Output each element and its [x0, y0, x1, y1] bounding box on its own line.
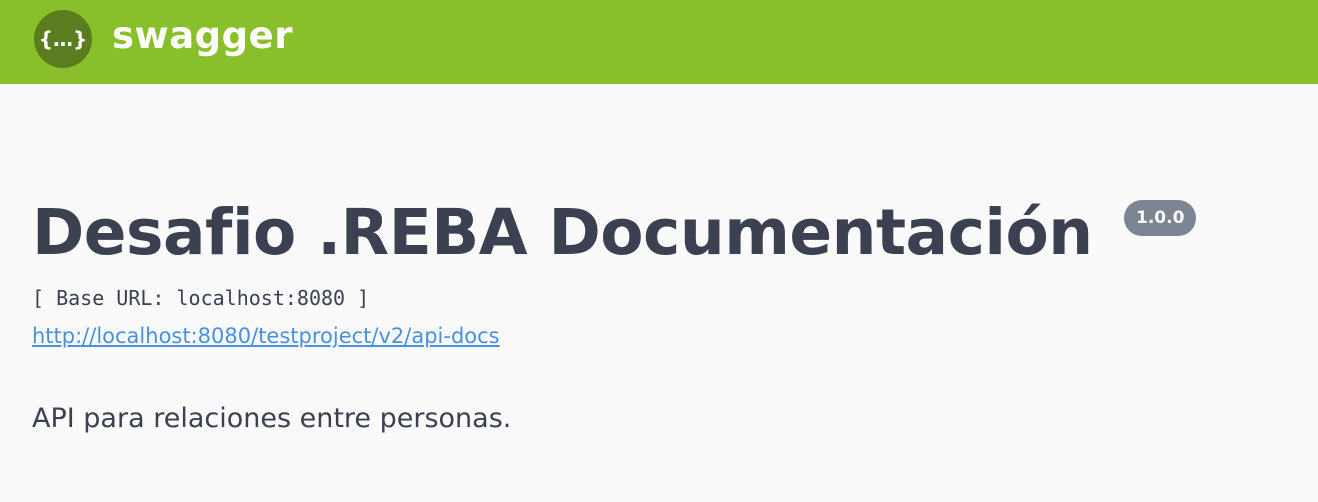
svg-text:{…}: {…} — [39, 27, 87, 51]
swagger-logo-icon[interactable]: {…} — [34, 10, 92, 68]
api-description: API para relaciones entre personas. — [32, 403, 512, 434]
swagger-braces-icon: {…} — [39, 27, 87, 51]
base-url: [ Base URL: localhost:8080 ] — [32, 286, 370, 310]
api-docs-link[interactable]: http://localhost:8080/testproject/v2/api… — [32, 322, 500, 350]
brand-name[interactable]: swagger — [112, 10, 293, 62]
version-badge: 1.0.0 — [1124, 200, 1197, 236]
title-row: Desafio .REBA Documentación 1.0.0 — [32, 190, 1282, 276]
info-section: Desafio .REBA Documentación 1.0.0 [ Base… — [32, 190, 1282, 434]
api-title: Desafio .REBA Documentación — [32, 196, 1093, 269]
topbar: {…} swagger — [0, 0, 1318, 84]
